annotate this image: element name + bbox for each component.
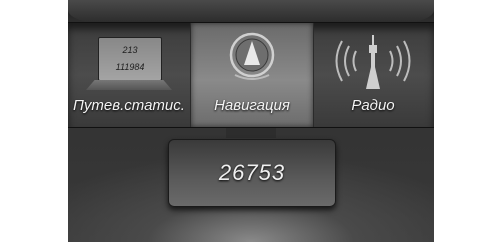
display-screen: 213 111984 Путев.статис. Навигация Радио… bbox=[68, 0, 434, 242]
trip-value-2: 111984 bbox=[115, 62, 145, 72]
top-bezel bbox=[68, 0, 434, 24]
radio-tower-icon bbox=[335, 35, 411, 89]
odometer-value: 26753 bbox=[218, 160, 286, 185]
panel-connector bbox=[226, 128, 276, 138]
menu-item-radio[interactable]: Радио bbox=[312, 23, 434, 127]
menu-item-label: Навигация bbox=[214, 97, 290, 114]
menu-item-navigation[interactable]: Навигация bbox=[190, 23, 314, 127]
menu-item-trip-statistics[interactable]: 213 111984 Путев.статис. bbox=[68, 23, 190, 127]
odometer-panel: 26753 bbox=[168, 139, 336, 207]
compass-icon bbox=[229, 32, 275, 80]
main-menu-bar: 213 111984 Путев.статис. Навигация Радио bbox=[68, 22, 434, 128]
trip-icon-base bbox=[86, 80, 172, 90]
menu-item-label: Радио bbox=[351, 97, 395, 114]
trip-computer-icon: 213 111984 bbox=[98, 37, 162, 81]
menu-item-label: Путев.статис. bbox=[73, 97, 185, 114]
trip-value-1: 213 bbox=[122, 45, 138, 55]
